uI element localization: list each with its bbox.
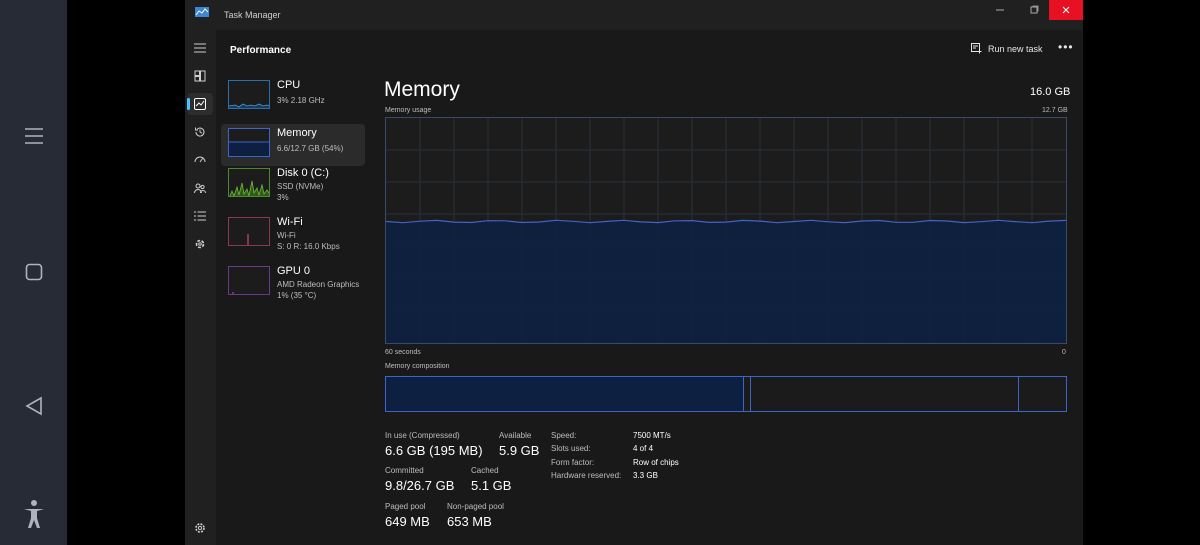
memory-total: 16.0 GB <box>1030 86 1071 98</box>
committed-value: 9.8/26.7 GB <box>385 478 455 493</box>
minimize-icon <box>996 9 1004 11</box>
resource-name: CPU <box>277 79 301 91</box>
available-label: Available <box>499 431 532 440</box>
detail-value: 7500 MT/s <box>633 431 671 440</box>
cpu-thumbnail-graph <box>228 80 270 109</box>
memory-usage-max: 12.7 GB <box>1042 107 1068 114</box>
composition-divider <box>743 377 744 411</box>
run-new-task-label: Run new task <box>988 43 1043 54</box>
users-icon[interactable] <box>192 180 208 196</box>
composition-divider <box>750 377 751 411</box>
android-nav-bar <box>0 0 67 545</box>
processes-icon[interactable] <box>192 68 208 84</box>
settings-gear-icon[interactable] <box>192 520 208 536</box>
cached-label: Cached <box>471 466 499 475</box>
composition-in-use <box>386 377 743 411</box>
run-new-task-button[interactable]: Run new task <box>971 43 1043 54</box>
main-content: Performance Run new task ••• CPU 3% 2.18… <box>216 30 1083 545</box>
in-use-label: In use (Compressed) <box>385 431 460 440</box>
detail-value: 4 of 4 <box>633 444 654 453</box>
detail-key: Form factor: <box>551 458 595 467</box>
run-task-icon <box>971 43 982 54</box>
resource-item-memory[interactable]: Memory 6.6/12.7 GB (54%) <box>221 124 365 166</box>
performance-icon[interactable] <box>192 96 208 112</box>
more-options-button[interactable]: ••• <box>1058 40 1074 54</box>
home-icon[interactable] <box>0 262 67 282</box>
resource-name: GPU 0 <box>277 265 311 277</box>
page-header: Performance Run new task ••• <box>216 30 1083 68</box>
page-title: Performance <box>230 45 292 56</box>
resource-item-wifi[interactable]: Wi-Fi Wi-Fi S: 0 R: 16.0 Kbps <box>221 213 365 255</box>
app-history-icon[interactable] <box>192 124 208 140</box>
task-manager-app-icon <box>195 7 209 17</box>
memory-composition-label: Memory composition <box>385 363 450 370</box>
detail-value: Row of chips <box>633 458 679 467</box>
title-bar: Task Manager <box>185 0 1083 30</box>
memory-thumbnail-graph <box>228 128 270 157</box>
restore-icon <box>1030 5 1039 14</box>
task-manager-window: Task Manager Performance Run new task ••… <box>185 0 1083 545</box>
memory-usage-plot <box>386 118 1066 343</box>
startup-apps-icon[interactable] <box>192 152 208 168</box>
resource-detail-secondary: S: 0 R: 16.0 Kbps <box>277 242 340 251</box>
right-margin <box>1083 0 1200 545</box>
memory-usage-graph <box>385 117 1067 344</box>
paged-pool-value: 649 MB <box>385 514 430 529</box>
detail-value: 3.3 GB <box>633 471 658 480</box>
available-value: 5.9 GB <box>499 443 540 458</box>
memory-usage-label: Memory usage <box>385 107 432 114</box>
minimize-button[interactable] <box>983 0 1017 20</box>
non-paged-pool-label: Non-paged pool <box>447 502 504 511</box>
resource-name: Memory <box>277 127 317 139</box>
resource-detail: 3% 2.18 GHz <box>277 96 325 105</box>
resource-item-gpu[interactable]: GPU 0 AMD Radeon Graphics 1% (35 °C) <box>221 262 365 304</box>
navigation-rail <box>185 30 215 545</box>
resource-detail: 6.6/12.7 GB (54%) <box>277 144 344 153</box>
committed-label: Committed <box>385 466 424 475</box>
accessibility-icon[interactable] <box>0 499 67 529</box>
composition-divider <box>1018 377 1019 411</box>
memory-composition-bar <box>385 376 1067 412</box>
paged-pool-label: Paged pool <box>385 502 426 511</box>
restore-button[interactable] <box>1017 0 1051 20</box>
back-icon[interactable] <box>0 396 67 416</box>
in-use-value: 6.6 GB (195 MB) <box>385 443 483 458</box>
graph-time-right: 0 <box>1062 349 1066 356</box>
resource-item-cpu[interactable]: CPU 3% 2.18 GHz <box>221 76 365 118</box>
resource-detail: AMD Radeon Graphics <box>277 280 360 289</box>
graph-time-left: 60 seconds <box>385 349 421 356</box>
details-icon[interactable] <box>192 208 208 224</box>
detail-key: Hardware reserved: <box>551 471 622 480</box>
resource-detail-secondary: 1% (35 °C) <box>277 291 317 300</box>
nav-active-indicator <box>187 98 190 110</box>
detail-key: Slots used: <box>551 444 591 453</box>
memory-title: Memory <box>384 78 460 101</box>
services-icon[interactable] <box>192 236 208 252</box>
hamburger-menu-icon[interactable] <box>192 40 208 56</box>
resource-item-disk[interactable]: Disk 0 (C:) SSD (NVMe) 3% <box>221 164 365 206</box>
resource-detail: SSD (NVMe) <box>277 182 324 191</box>
resource-detail-secondary: 3% <box>277 193 289 202</box>
gpu-thumbnail-graph <box>228 266 270 295</box>
menu-icon[interactable] <box>0 124 67 148</box>
resource-name: Wi-Fi <box>277 216 303 228</box>
wifi-thumbnail-graph <box>228 217 270 246</box>
detail-key: Speed: <box>551 431 577 440</box>
close-icon <box>1062 6 1070 14</box>
resource-name: Disk 0 (C:) <box>277 167 329 179</box>
left-margin <box>67 0 185 545</box>
close-button[interactable] <box>1049 0 1083 20</box>
window-title: Task Manager <box>224 10 281 20</box>
resource-detail: Wi-Fi <box>277 231 296 240</box>
disk-thumbnail-graph <box>228 168 270 197</box>
non-paged-pool-value: 653 MB <box>447 514 492 529</box>
cached-value: 5.1 GB <box>471 478 512 493</box>
